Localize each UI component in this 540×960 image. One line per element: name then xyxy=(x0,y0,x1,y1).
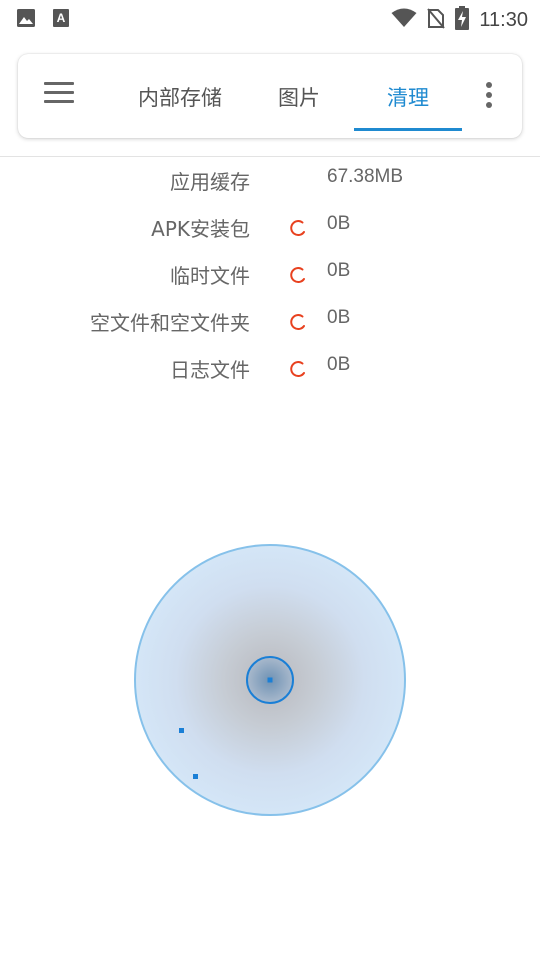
tab-clean[interactable]: 清理 xyxy=(387,82,429,112)
clean-item-label: APK安装包 xyxy=(151,217,250,241)
wifi-icon xyxy=(391,8,417,32)
loading-spinner-icon xyxy=(289,313,307,331)
battery-charging-icon xyxy=(455,6,470,34)
no-sim-icon xyxy=(427,7,446,33)
clean-item-label: 应用缓存 xyxy=(170,170,250,194)
tab-images[interactable]: 图片 xyxy=(278,82,320,112)
more-options-icon[interactable] xyxy=(484,82,494,110)
tab-internal-storage[interactable]: 内部存储 xyxy=(138,82,222,112)
radar-blip xyxy=(179,728,184,733)
font-a-icon: A xyxy=(52,8,70,32)
loading-spinner-icon xyxy=(289,360,307,378)
clean-item-size: 0B xyxy=(327,213,351,234)
radar-blip xyxy=(193,774,198,779)
clean-item-app-cache[interactable]: 应用缓存 67.38MB xyxy=(0,158,540,205)
scan-radar xyxy=(132,542,408,818)
clean-list: 应用缓存 67.38MB APK安装包 0B 临时文件 0B 空文件和空文件夹 … xyxy=(0,158,540,393)
divider xyxy=(0,156,540,157)
top-app-bar: 内部存储 图片 清理 xyxy=(18,54,522,138)
status-time: 11:30 xyxy=(479,8,528,31)
clean-item-size: 0B xyxy=(327,307,351,328)
clean-item-label: 空文件和空文件夹 xyxy=(90,311,250,335)
status-bar: A 11:30 xyxy=(0,0,540,36)
clean-item-size: 0B xyxy=(327,354,351,375)
clean-item-log-files[interactable]: 日志文件 0B xyxy=(0,346,540,393)
menu-icon[interactable] xyxy=(44,82,74,106)
clean-item-empty-files[interactable]: 空文件和空文件夹 0B xyxy=(0,299,540,346)
image-icon xyxy=(16,8,36,32)
clean-item-label: 日志文件 xyxy=(170,358,250,382)
active-tab-indicator xyxy=(354,128,462,131)
svg-text:A: A xyxy=(57,11,66,25)
clean-item-apk[interactable]: APK安装包 0B xyxy=(0,205,540,252)
clean-item-temp-files[interactable]: 临时文件 0B xyxy=(0,252,540,299)
clean-item-size: 67.38MB xyxy=(327,166,404,187)
clean-item-size: 0B xyxy=(327,260,351,281)
radar-center-dot xyxy=(267,677,273,683)
clean-item-label: 临时文件 xyxy=(170,264,250,288)
loading-spinner-icon xyxy=(289,219,307,237)
loading-spinner-icon xyxy=(289,266,307,284)
